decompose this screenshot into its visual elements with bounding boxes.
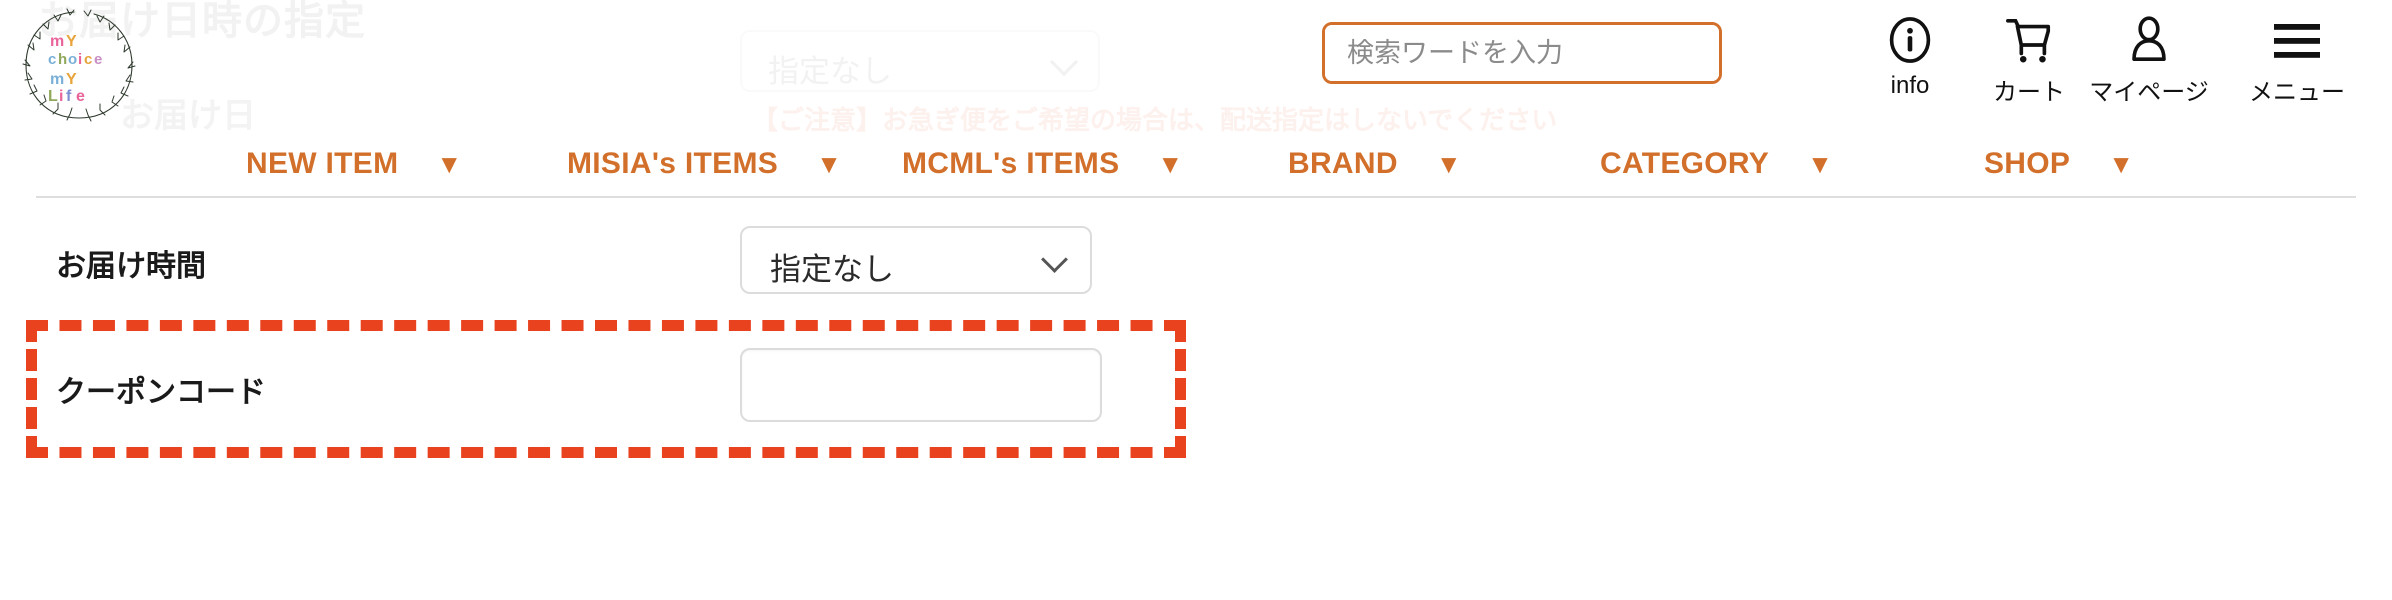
delivery-time-value: 指定なし	[770, 252, 894, 287]
hamburger-icon	[2270, 14, 2324, 66]
info-icon	[1887, 14, 1933, 66]
svg-text:L: L	[48, 88, 58, 105]
header-cart-label: カート	[1993, 79, 2065, 106]
search-box[interactable]	[1322, 22, 1722, 84]
nav-label: MISIA's ITEMS	[567, 147, 779, 180]
nav-item-misias-items[interactable]: MISIA's ITEMS ▼	[567, 147, 842, 181]
cart-icon	[2003, 14, 2055, 66]
svg-text:i: i	[78, 51, 82, 68]
svg-text:f: f	[66, 88, 72, 105]
delivery-time-label: お届け時間	[56, 250, 206, 283]
nav-item-mcmls-items[interactable]: MCML's ITEMS ▼	[902, 147, 1183, 181]
delivery-time-select[interactable]: 指定なし	[740, 226, 1092, 294]
nav-label: SHOP	[1984, 147, 2071, 180]
nav-item-category[interactable]: CATEGORY ▼	[1600, 147, 1833, 181]
svg-text:i: i	[59, 88, 63, 105]
nav-label: NEW ITEM	[246, 147, 399, 180]
svg-text:o: o	[68, 51, 77, 68]
header-divider	[36, 196, 2356, 198]
nav-label: MCML's ITEMS	[902, 147, 1120, 180]
coupon-code-label: クーポンコード	[56, 376, 266, 409]
nav-item-brand[interactable]: BRAND ▼	[1288, 147, 1462, 181]
svg-text:Y: Y	[66, 71, 77, 88]
nav-item-shop[interactable]: SHOP ▼	[1984, 147, 2134, 181]
header-menu-button[interactable]: メニュー	[2238, 14, 2356, 107]
svg-text:m: m	[50, 33, 64, 50]
nav-item-new-item[interactable]: NEW ITEM ▼	[246, 147, 462, 181]
svg-text:c: c	[48, 51, 56, 68]
header-cart-button[interactable]: カート	[1970, 14, 2088, 107]
header-info-button[interactable]: info	[1851, 14, 1969, 100]
nav-label: BRAND	[1288, 147, 1398, 180]
svg-text:c: c	[84, 51, 92, 68]
chevron-down-icon: ▼	[2108, 149, 2134, 179]
chevron-down-icon: ▼	[1435, 149, 1462, 179]
svg-text:Y: Y	[66, 33, 77, 50]
chevron-down-icon	[1041, 246, 1068, 273]
svg-text:m: m	[50, 71, 64, 88]
chevron-down-icon: ▼	[1807, 149, 1833, 179]
coupon-code-row: クーポンコード	[0, 344, 2392, 434]
header-mypage-label: マイページ	[2089, 79, 2209, 106]
svg-text:h: h	[58, 51, 67, 68]
svg-text:e: e	[76, 88, 85, 105]
page-root: お届け日時の指定 お届け日 指定なし 【ご注意】お急ぎ便をご希望の場合は、配送指…	[0, 0, 2392, 600]
svg-text:e: e	[94, 51, 102, 68]
header-mypage-button[interactable]: マイページ	[2089, 14, 2209, 107]
site-logo[interactable]: m Y c h o i c e m Y L i f e	[18, 6, 140, 124]
site-header: m Y c h o i c e m Y L i f e 検索ワードを入力 inf…	[0, 0, 2392, 198]
person-icon	[2126, 14, 2172, 66]
coupon-code-input[interactable]	[740, 348, 1102, 422]
chevron-down-icon: ▼	[1157, 149, 1184, 179]
main-navigation: NEW ITEM ▼ MISIA's ITEMS ▼ MCML's ITEMS …	[0, 132, 2392, 196]
nav-label: CATEGORY	[1600, 147, 1770, 180]
search-input[interactable]	[1325, 25, 1719, 81]
header-info-label: info	[1890, 72, 1930, 99]
chevron-down-icon: ▼	[436, 149, 463, 179]
chevron-down-icon: ▼	[816, 149, 842, 179]
header-menu-label: メニュー	[2249, 79, 2345, 106]
delivery-time-row: お届け時間 指定なし	[0, 218, 2392, 308]
